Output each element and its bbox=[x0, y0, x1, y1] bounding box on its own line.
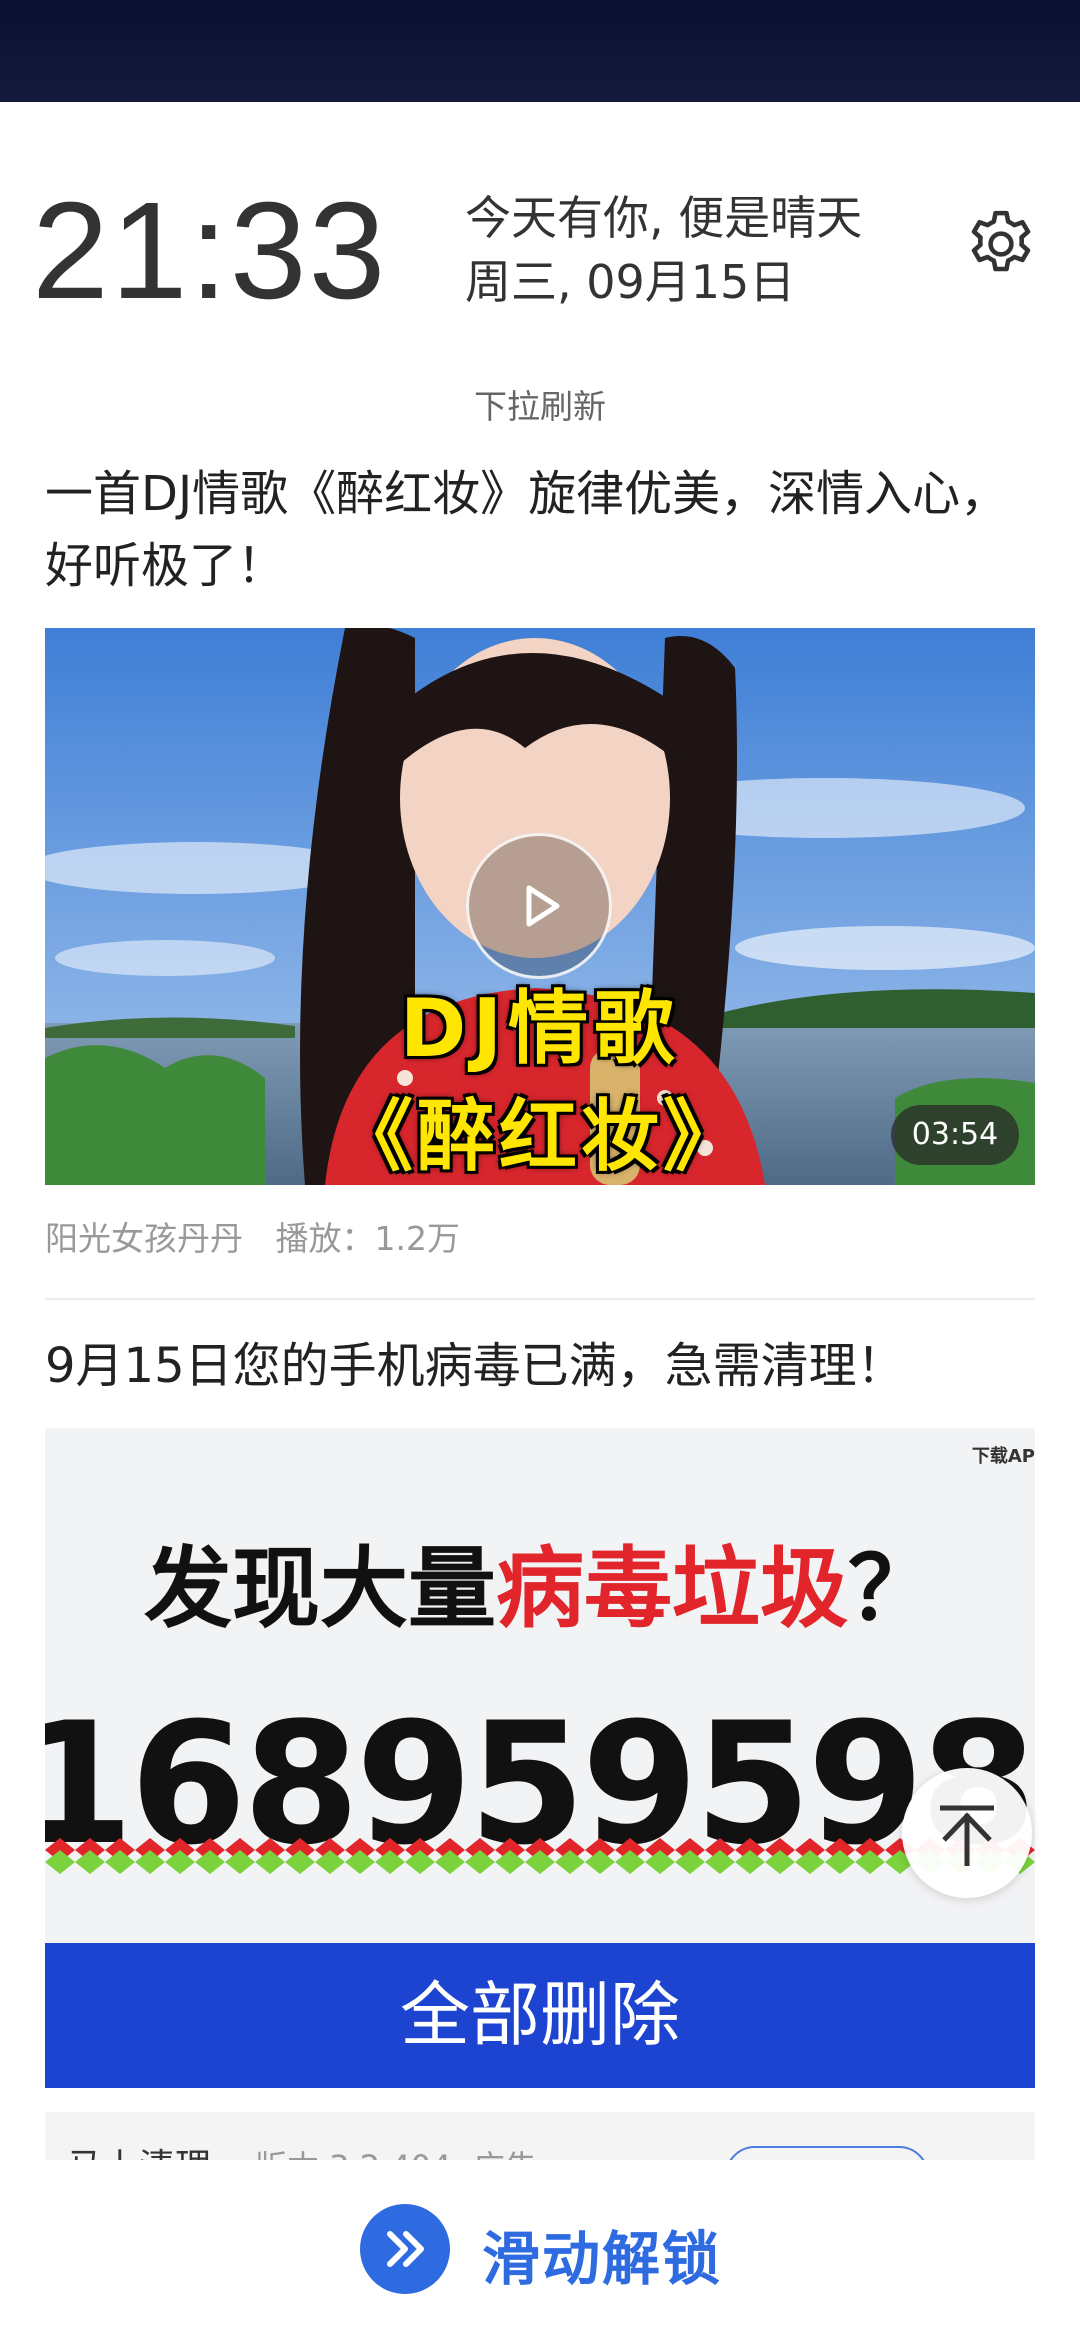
video-thumbnail[interactable]: DJ情歌 《醉红妆》 03:54 bbox=[45, 628, 1035, 1185]
back-to-top-button[interactable] bbox=[902, 1768, 1032, 1898]
unlock-label: 滑动解锁 bbox=[482, 2225, 723, 2293]
ad-headline-red: 病毒垃圾 bbox=[495, 1537, 848, 1640]
ad-corner-label: 下载AP bbox=[971, 1446, 1035, 1467]
play-count: 播放：1.2万 bbox=[275, 1219, 460, 1258]
ad-info-bar[interactable]: 马上清理 版本 3.2.404 广告 bbox=[45, 2112, 1035, 2160]
pull-to-refresh-hint: 下拉刷新 bbox=[474, 387, 606, 426]
play-icon[interactable] bbox=[466, 833, 612, 979]
author-name[interactable]: 阳光女孩丹丹 bbox=[45, 1219, 243, 1258]
ad-zigzag-decoration bbox=[45, 1836, 1035, 1876]
divider bbox=[45, 1298, 1035, 1300]
video-meta: 阳光女孩丹丹 播放：1.2万 bbox=[45, 1212, 482, 1260]
gear-icon[interactable] bbox=[962, 205, 1040, 283]
motto-text: 今天有你, 便是晴天 bbox=[465, 191, 863, 245]
status-bar bbox=[0, 0, 1080, 102]
ad-headline: 发现大量病毒垃圾？ bbox=[45, 1518, 1035, 1645]
video-caption-line1: DJ情歌 bbox=[399, 982, 681, 1075]
ad-headline-end: ？ bbox=[848, 1537, 937, 1640]
video-duration-badge: 03:54 bbox=[891, 1105, 1019, 1165]
double-chevron-right-icon[interactable] bbox=[360, 2204, 450, 2294]
ad-app-name: 马上清理 bbox=[67, 2138, 211, 2160]
delete-all-button[interactable]: 全部删除 bbox=[45, 1943, 1035, 2088]
date-text: 周三, 09月15日 bbox=[465, 255, 796, 309]
ad-app-version: 版本 3.2.404 bbox=[255, 2142, 451, 2160]
ad-tag: 广告 bbox=[473, 2142, 537, 2160]
arrow-up-icon bbox=[940, 1805, 994, 1866]
ad-banner[interactable]: 下载AP 发现大量病毒垃圾？ 1689595988 条 全部删除 bbox=[45, 1428, 1035, 2088]
news-title[interactable]: 一首DJ情歌《醉红妆》旋律优美，深情入心，好听极了！ bbox=[45, 458, 1045, 602]
slide-to-unlock[interactable]: 滑动解锁 bbox=[360, 2204, 780, 2294]
video-caption-line2: 《醉红妆》 bbox=[334, 1092, 745, 1182]
ad-download-button[interactable] bbox=[725, 2146, 929, 2160]
ad-title[interactable]: 9月15日您的手机病毒已满，急需清理！ bbox=[45, 1330, 1045, 1402]
clock-time: 21:33 bbox=[32, 174, 388, 328]
ad-headline-black: 发现大量 bbox=[143, 1537, 496, 1640]
